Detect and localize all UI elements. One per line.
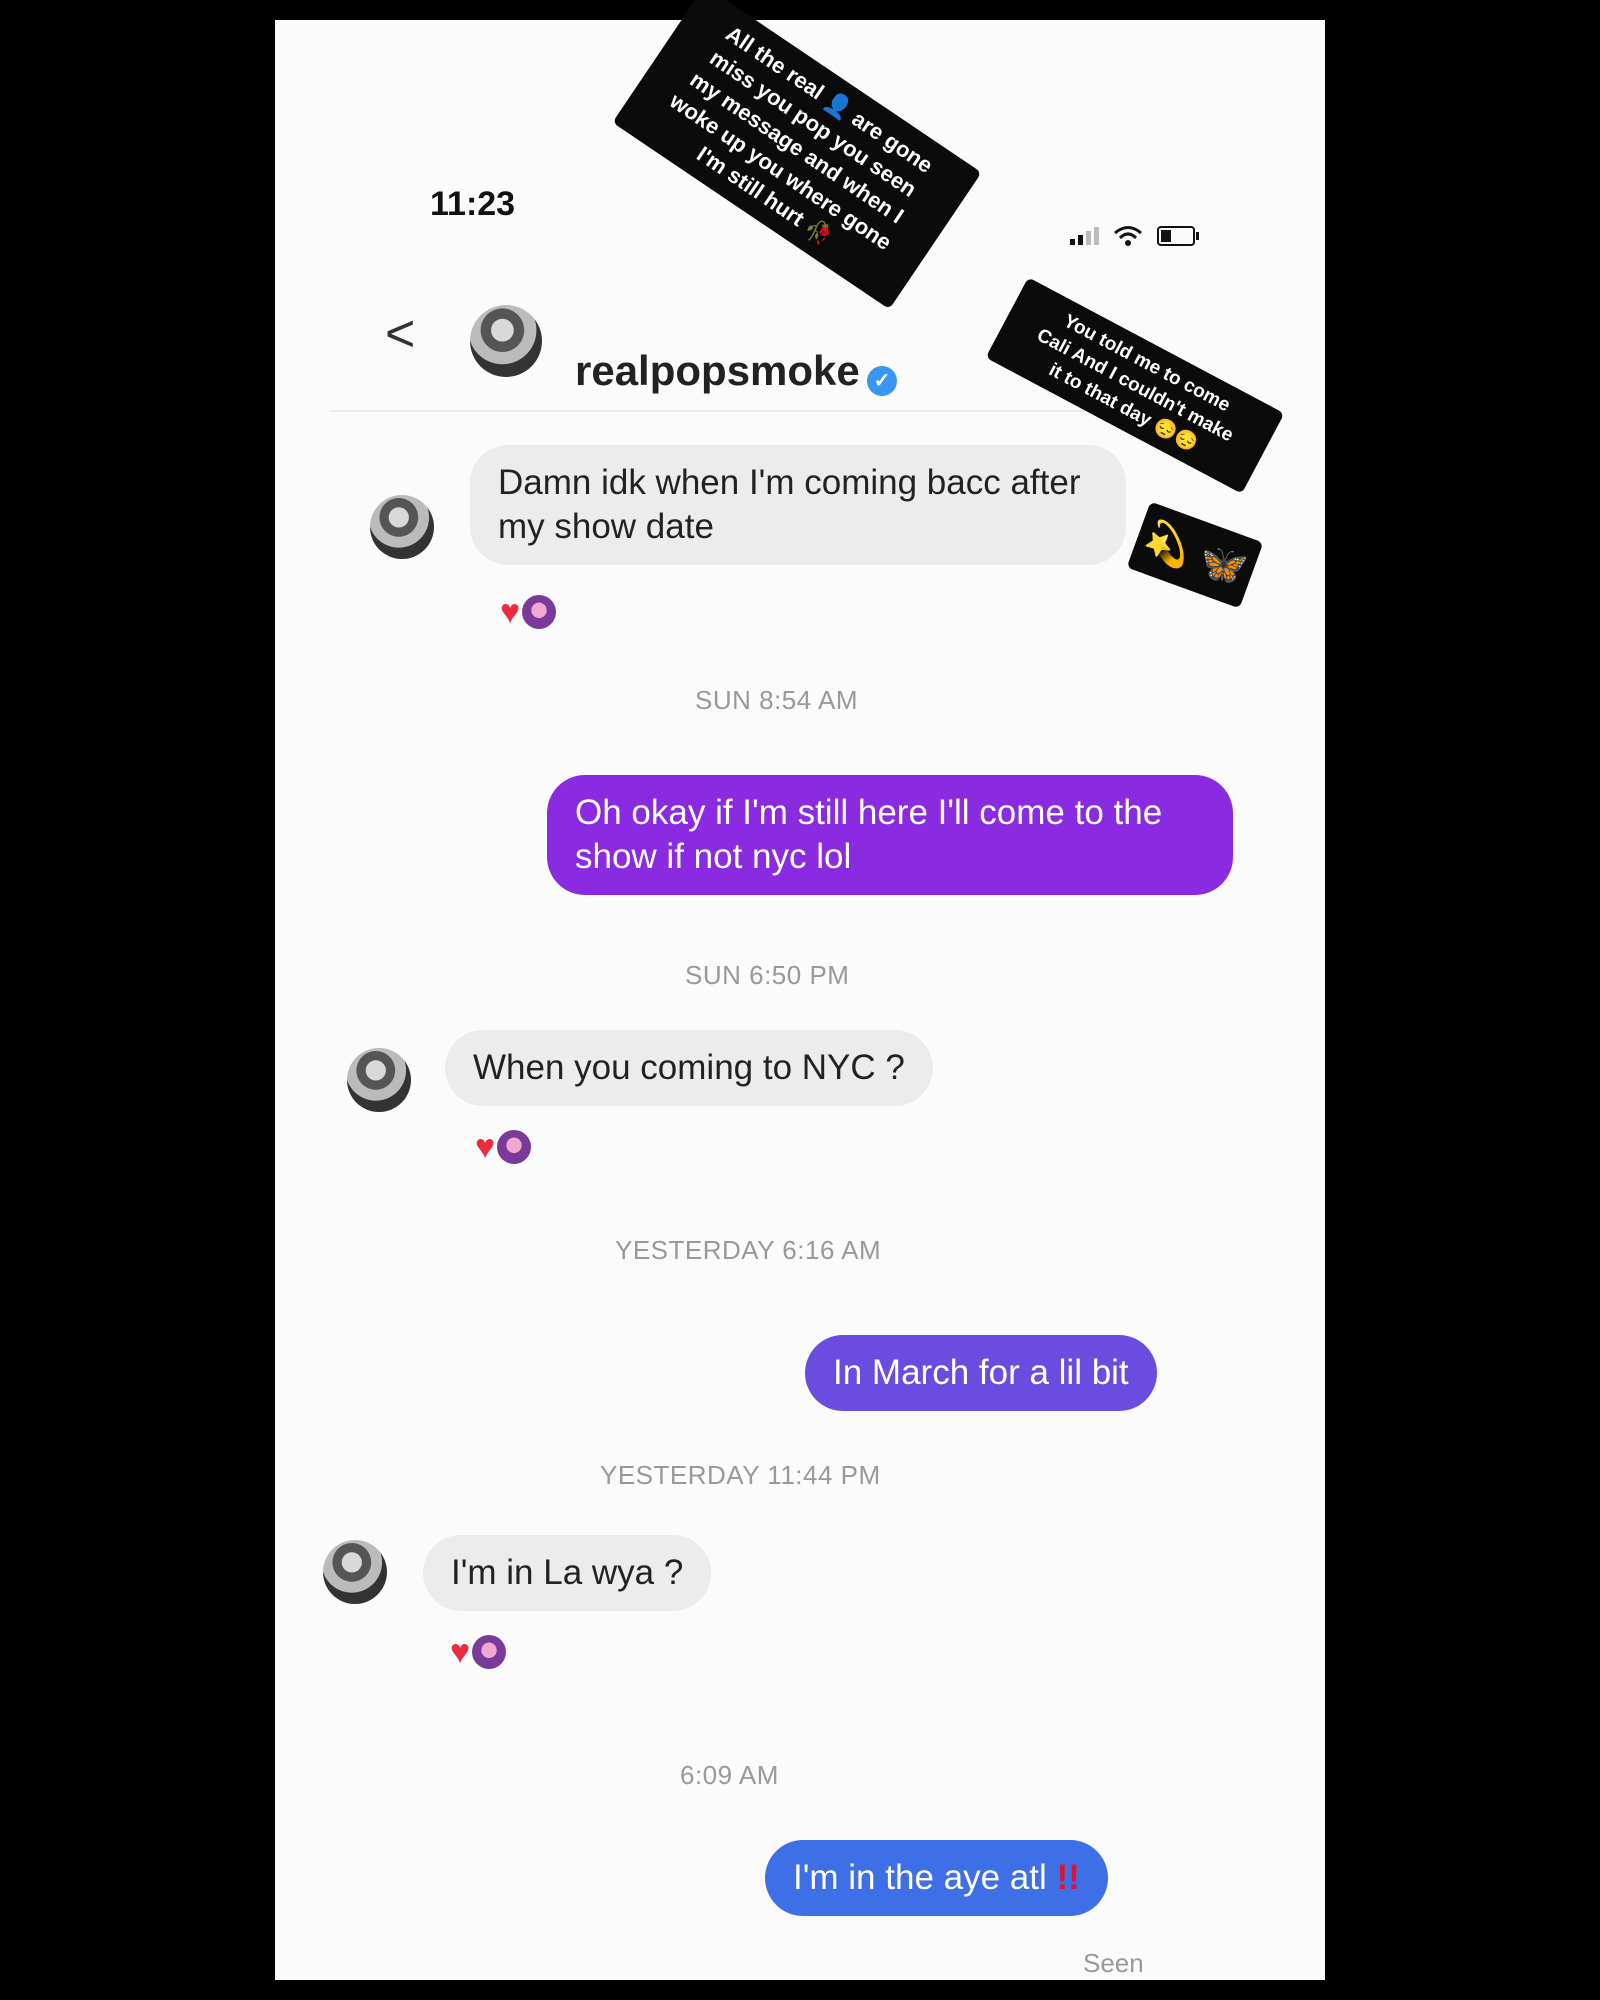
status-time: 11:23: [430, 185, 516, 223]
reactor-avatar: [472, 1635, 507, 1669]
battery-icon: [1157, 226, 1199, 246]
incoming-message[interactable]: When you coming to NYC ?: [445, 1030, 933, 1106]
message-reaction[interactable]: ♥: [500, 593, 557, 631]
username-title[interactable]: realpopsmoke: [575, 347, 860, 395]
timestamp: YESTERDAY 11:44 PM: [600, 1460, 881, 1490]
profile-avatar[interactable]: [470, 305, 542, 377]
dizzy-star-icon: 💫: [1138, 517, 1198, 573]
message-reaction[interactable]: ♥: [475, 1128, 532, 1166]
heart-icon: ♥: [450, 1633, 471, 1671]
heart-icon: ♥: [475, 1128, 496, 1166]
heart-icon: ♥: [500, 593, 521, 631]
signal-icon: [1070, 227, 1099, 245]
seen-indicator: Seen: [1083, 1948, 1144, 1978]
timestamp: 6:09 AM: [680, 1760, 779, 1790]
sender-avatar[interactable]: [323, 1540, 387, 1604]
outgoing-message[interactable]: I'm in the aye atl !!: [765, 1840, 1108, 1916]
status-icons: [1070, 225, 1199, 247]
wifi-icon: [1114, 226, 1142, 246]
butterfly-icon: 🦋: [1192, 537, 1252, 593]
chat-screen: 11:23 < realpopsmoke ✓ Damn idk when I'm…: [275, 20, 1325, 1980]
outgoing-message[interactable]: In March for a lil bit: [805, 1335, 1157, 1411]
timestamp: SUN 6:50 PM: [685, 960, 850, 990]
message-reaction[interactable]: ♥: [450, 1633, 507, 1671]
incoming-message[interactable]: Damn idk when I'm coming bacc after my s…: [470, 445, 1126, 565]
double-exclamation-icon: !!: [1056, 1858, 1080, 1897]
timestamp: YESTERDAY 6:16 AM: [615, 1235, 882, 1265]
back-button[interactable]: <: [385, 308, 415, 360]
reactor-avatar: [497, 1130, 532, 1164]
incoming-message[interactable]: I'm in La wya ?: [423, 1535, 712, 1611]
timestamp: SUN 8:54 AM: [695, 685, 859, 715]
message-text: I'm in the aye atl: [793, 1858, 1047, 1897]
reactor-avatar: [522, 595, 557, 629]
sender-avatar[interactable]: [347, 1048, 411, 1112]
outgoing-message[interactable]: Oh okay if I'm still here I'll come to t…: [547, 775, 1233, 895]
verified-badge-icon: ✓: [867, 366, 897, 396]
sender-avatar[interactable]: [370, 495, 434, 559]
